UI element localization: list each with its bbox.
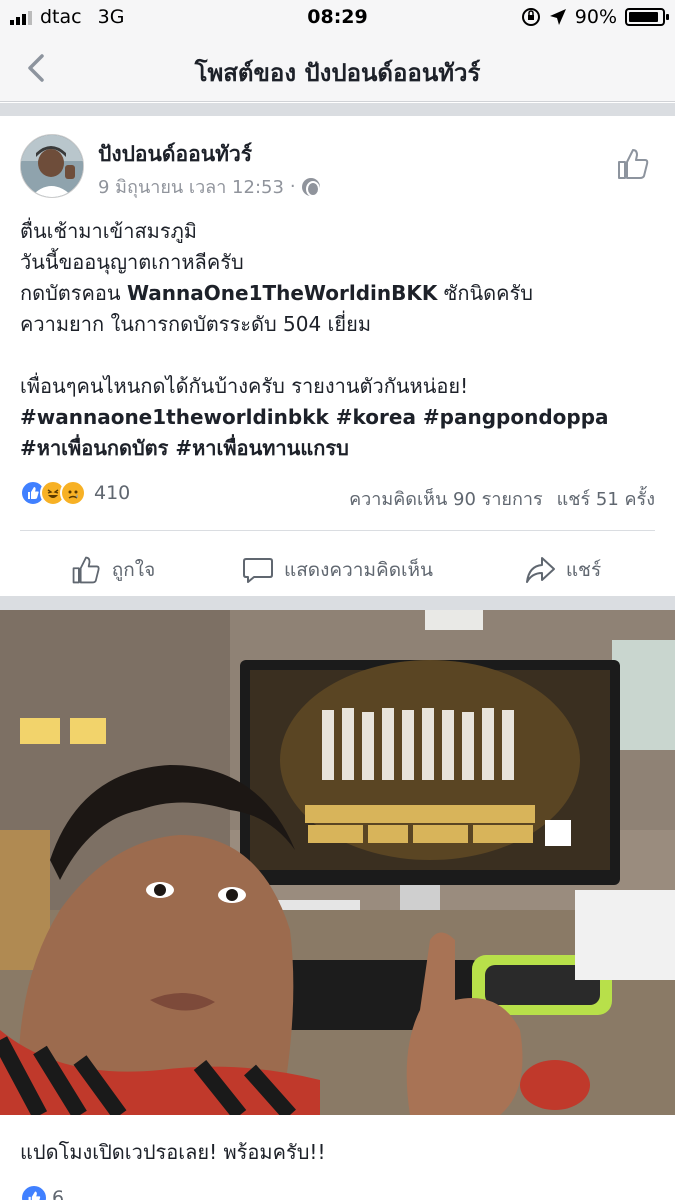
post-line-4: ความยาก ในการกดบัตรระดับ 504 เยี่ยม xyxy=(20,312,371,336)
photo-reaction-summary[interactable]: 6 xyxy=(20,1184,64,1200)
orientation-lock-icon xyxy=(521,8,540,26)
divider xyxy=(20,530,655,531)
globe-icon xyxy=(301,177,320,197)
post-line-3-suffix: ซักนิดครับ xyxy=(437,281,533,305)
section-gap xyxy=(0,103,675,116)
like-reaction-icon xyxy=(20,1184,48,1200)
location-arrow-icon xyxy=(549,9,566,25)
meta-separator: · xyxy=(289,176,296,197)
post-line-3-prefix: กดบัตรคอน xyxy=(20,281,127,305)
status-bar: dtac 3G 08:29 90% xyxy=(0,0,675,36)
comment-label: แสดงความคิดเห็น xyxy=(283,559,434,581)
share-button[interactable]: แชร์ xyxy=(450,546,675,594)
comment-count[interactable]: ความคิดเห็น 90 รายการ xyxy=(349,484,543,513)
comment-icon xyxy=(242,558,273,583)
thumbs-up-icon[interactable] xyxy=(615,146,651,182)
section-gap xyxy=(0,596,675,610)
post-card: ปังปอนด์ออนทัวร์ 9 มิถุนายน เวลา 12:53 ·… xyxy=(0,116,675,596)
paragraph-break xyxy=(20,340,660,371)
like-button[interactable]: ถูกใจ xyxy=(0,546,225,594)
photo-reaction-count: 6 xyxy=(52,1187,65,1200)
post-line-3: กดบัตรคอน WannaOne1TheWorldinBKK ซักนิดค… xyxy=(20,278,660,309)
share-label: แชร์ xyxy=(565,559,602,581)
post-body: ตื่นเช้ามาเข้าสมรภูมิ วันนี้ขออนุญาตเกาห… xyxy=(20,216,660,464)
page-title: โพสต์ของ ปังปอนด์ออนทัวร์ xyxy=(194,59,481,87)
post-line-1: ตื่นเช้ามาเข้าสมรภูมิ xyxy=(20,219,197,243)
thumbs-up-icon xyxy=(72,556,100,584)
photo-caption: แปดโมงเปิดเวปรอเลย! พร้อมครับ!! xyxy=(20,1140,326,1164)
nav-bar: โพสต์ของ ปังปอนด์ออนทัวร์ xyxy=(0,36,675,102)
post-stats: ความคิดเห็น 90 รายการ แชร์ 51 ครั้ง xyxy=(349,484,655,513)
battery-fill xyxy=(629,12,658,22)
post-author[interactable]: ปังปอนด์ออนทัวร์ xyxy=(98,138,252,171)
reaction-summary[interactable]: 410 xyxy=(20,480,130,506)
like-label: ถูกใจ xyxy=(111,559,156,581)
battery-percent: 90% xyxy=(574,6,617,28)
post-photo[interactable] xyxy=(0,610,675,1115)
avatar[interactable] xyxy=(20,134,84,198)
status-right: 90% xyxy=(521,6,669,28)
reaction-count: 410 xyxy=(94,482,131,504)
post-line-5: เพื่อนๆคนไหนกดได้กันบ้างครับ รายงานตัวกั… xyxy=(20,374,469,398)
post-line-2: วันนี้ขออนุญาตเกาหลีครับ xyxy=(20,250,244,274)
action-bar: ถูกใจ แสดงความคิดเห็น แชร์ xyxy=(0,546,675,594)
post-hashtags[interactable]: #wannaone1theworldinbkk #korea #pangpond… xyxy=(20,402,635,464)
comment-button[interactable]: แสดงความคิดเห็น xyxy=(225,546,450,594)
sad-reaction-icon xyxy=(60,480,86,506)
share-icon xyxy=(525,557,555,583)
concert-name: WannaOne1TheWorldinBKK xyxy=(126,281,438,305)
post-date[interactable]: 9 มิถุนายน เวลา 12:53 xyxy=(98,172,284,201)
share-count[interactable]: แชร์ 51 ครั้ง xyxy=(557,484,655,513)
post-meta: 9 มิถุนายน เวลา 12:53 · xyxy=(98,172,320,201)
battery-icon xyxy=(625,8,669,26)
